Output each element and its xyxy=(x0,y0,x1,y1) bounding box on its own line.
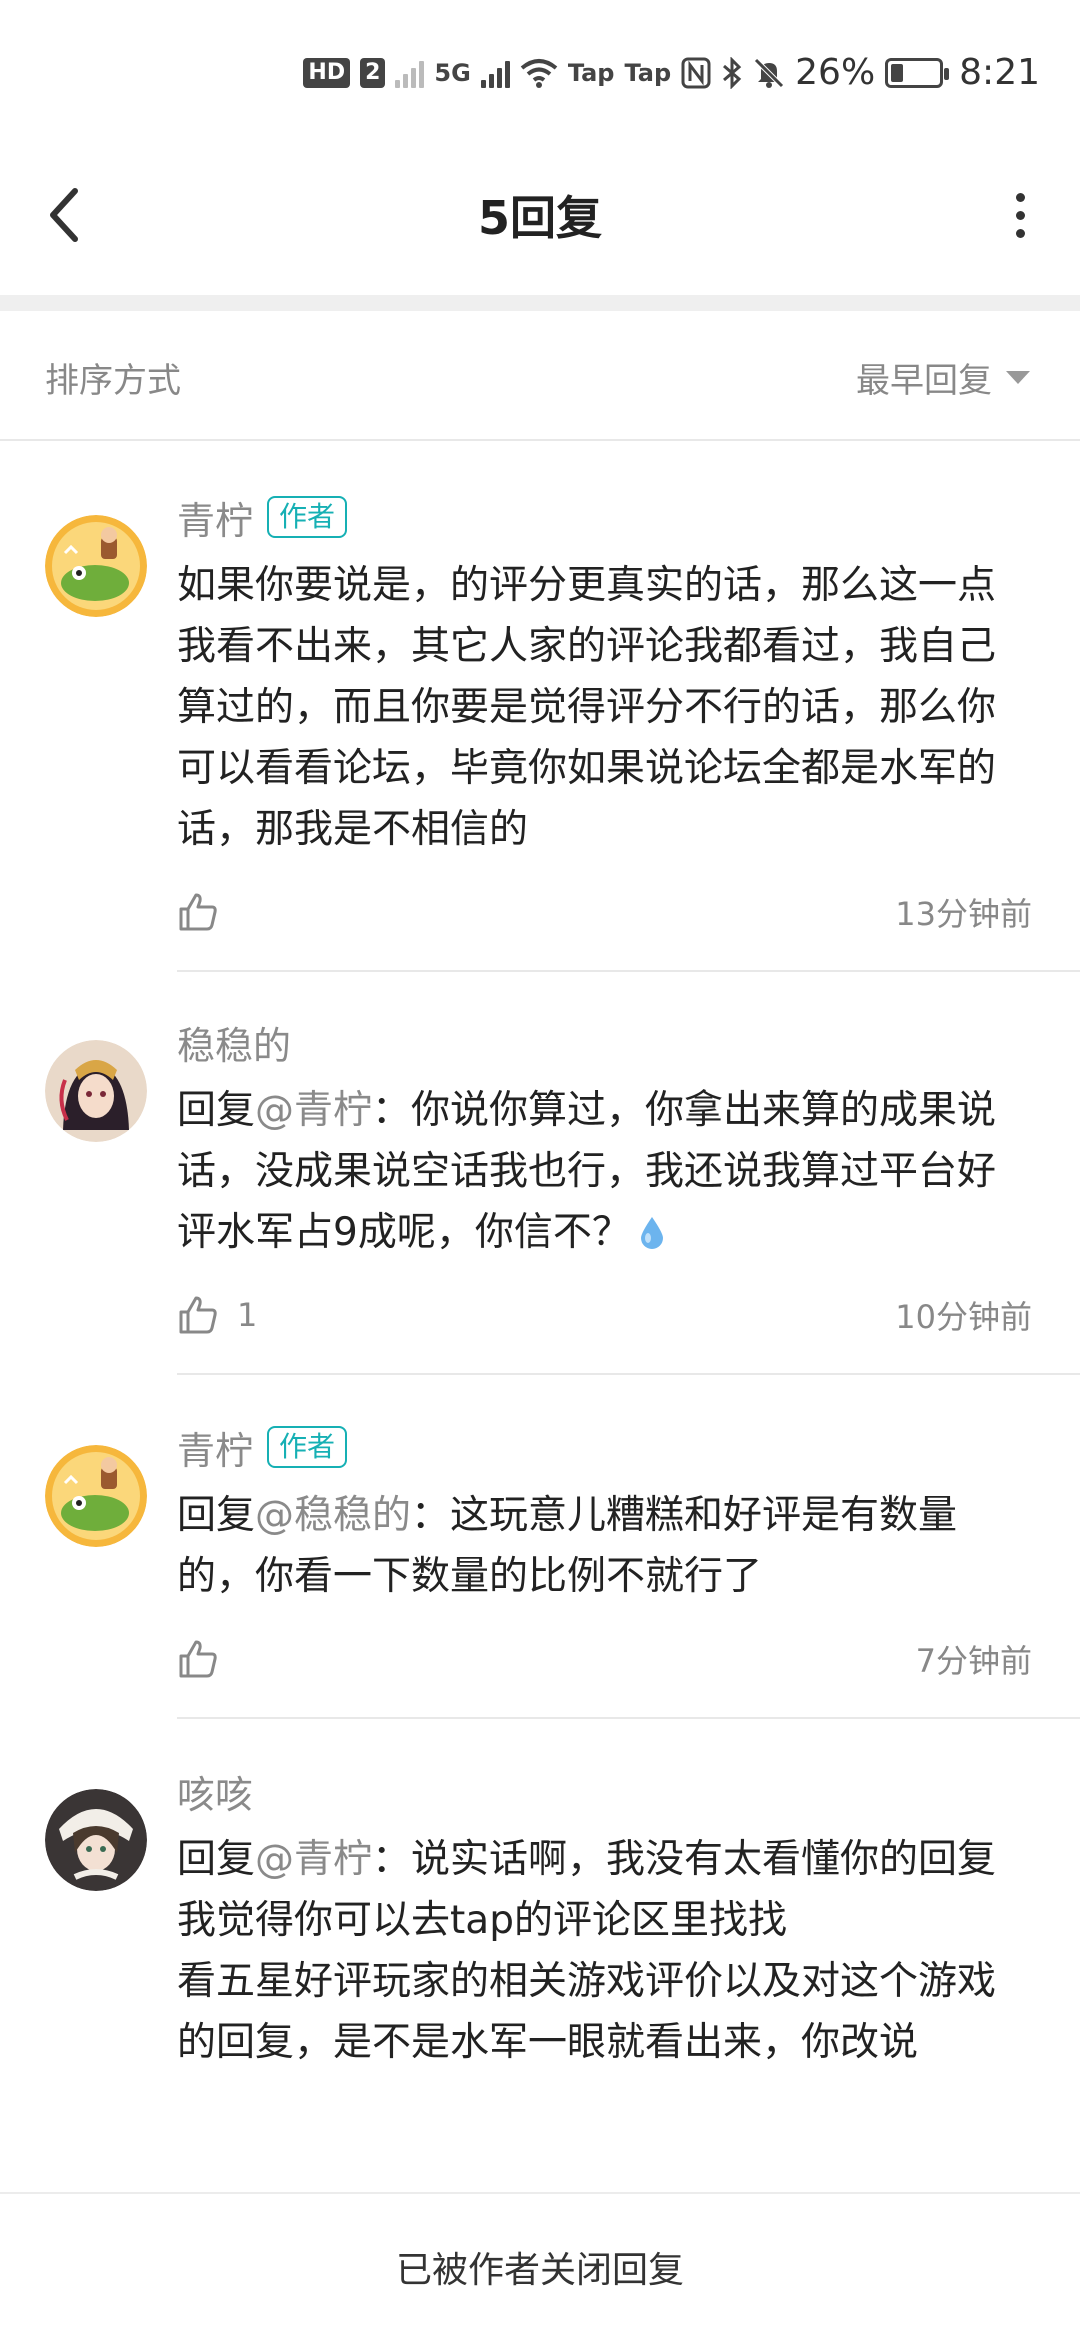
reply-separator: ： xyxy=(372,1088,412,1133)
reply-footer: 7分钟前 xyxy=(177,1629,1032,1689)
avatar[interactable] xyxy=(45,515,147,617)
status-icons: HD 2 5G Tap Tap 26% 8:21 xyxy=(303,52,1040,93)
username[interactable]: 青柠 xyxy=(177,490,253,545)
clock: 8:21 xyxy=(959,52,1040,93)
reply-closed-bar: 已被作者关闭回复 xyxy=(0,2192,1080,2340)
reply-body: 如果你要说是，的评分更真实的话，那么这一点我看不出来，其它人家的评论我都看过，我… xyxy=(177,563,997,852)
sort-bar: 排序方式 最早回复 xyxy=(0,311,1080,441)
caret-down-icon xyxy=(1006,371,1030,384)
reply-closed-notice: 已被作者关闭回复 xyxy=(395,2250,684,2291)
like-button[interactable] xyxy=(177,1638,237,1680)
nfc-icon xyxy=(681,57,711,88)
hd-badge: HD xyxy=(303,57,351,88)
reply-header: 咳咳 xyxy=(177,1759,1032,1823)
top-app-bar: 5回复 xyxy=(0,150,1080,295)
battery-icon xyxy=(885,57,950,88)
mention-link[interactable]: @稳稳的 xyxy=(255,1493,411,1538)
reply-item: 青柠 作者 如果你要说是，的评分更真实的话，那么这一点我看不出来，其它人家的评论… xyxy=(0,443,1080,970)
avatar[interactable] xyxy=(45,1789,147,1891)
reply-prefix: 回复 xyxy=(177,1088,256,1133)
avatar[interactable] xyxy=(45,1445,147,1547)
username[interactable]: 稳稳的 xyxy=(177,1015,291,1070)
author-badge: 作者 xyxy=(267,496,348,538)
sim-badge: 2 xyxy=(360,57,386,88)
reply-time: 7分钟前 xyxy=(915,1642,1032,1680)
thumbs-up-icon xyxy=(179,1640,217,1678)
reply-prefix: 回复 xyxy=(177,1837,256,1882)
reply-item: 咳咳 回复@青柠：说实话啊，我没有太看懂你的回复 我觉得你可以去tap的评论区里… xyxy=(0,1719,1080,2073)
sweat-drop-emoji-icon xyxy=(640,1217,663,1249)
battery-level xyxy=(891,63,904,82)
username[interactable]: 青柠 xyxy=(177,1420,253,1475)
like-count: 1 xyxy=(237,1296,258,1334)
signal-icon xyxy=(480,58,510,88)
sort-dropdown[interactable]: 最早回复 xyxy=(856,353,1030,402)
tap-label: Tap xyxy=(624,58,672,87)
net-type-label: 5G xyxy=(434,58,471,87)
reply-header: 青柠 作者 xyxy=(177,485,1032,549)
wifi-icon xyxy=(520,58,558,88)
thumbs-up-icon xyxy=(179,1296,217,1334)
tap-label: Tap xyxy=(567,58,615,87)
mention-link[interactable]: @青柠 xyxy=(255,1088,372,1133)
section-divider xyxy=(0,295,1080,311)
mute-bell-icon xyxy=(754,57,784,88)
more-options-button[interactable] xyxy=(990,180,1050,250)
like-button[interactable] xyxy=(177,891,237,933)
thumbs-up-icon xyxy=(179,893,217,931)
avatar[interactable] xyxy=(45,1040,147,1142)
bluetooth-icon xyxy=(723,56,742,89)
reply-item: 稳稳的 回复@青柠：你说你算过，你拿出来算的成果说话，没成果说空话我也行，我还说… xyxy=(0,972,1080,1373)
page-title: 5回复 xyxy=(477,191,602,245)
reply-separator: ： xyxy=(372,1837,412,1882)
author-badge: 作者 xyxy=(267,1426,348,1468)
reply-footer: 1 10分钟前 xyxy=(177,1285,1032,1345)
reply-text: 如果你要说是，的评分更真实的话，那么这一点我看不出来，其它人家的评论我都看过，我… xyxy=(177,555,1032,860)
reply-item: 青柠 作者 回复@稳稳的：这玩意儿糟糕和好评是有数量的，你看一下数量的比例不就行… xyxy=(0,1375,1080,1717)
reply-list: 青柠 作者 如果你要说是，的评分更真实的话，那么这一点我看不出来，其它人家的评论… xyxy=(0,443,1080,2073)
reply-footer: 13分钟前 xyxy=(177,882,1032,942)
reply-header: 青柠 作者 xyxy=(177,1415,1032,1479)
sort-value: 最早回复 xyxy=(856,361,992,401)
battery-percent: 26% xyxy=(795,52,876,93)
reply-text: 回复@青柠：说实话啊，我没有太看懂你的回复 我觉得你可以去tap的评论区里找找 … xyxy=(177,1829,1032,2073)
reply-header: 稳稳的 xyxy=(177,1010,1032,1074)
signal-icon xyxy=(395,58,425,88)
mention-link[interactable]: @青柠 xyxy=(255,1837,372,1882)
reply-separator: ： xyxy=(411,1493,451,1538)
reply-time: 13分钟前 xyxy=(895,895,1032,933)
reply-time: 10分钟前 xyxy=(895,1298,1032,1336)
reply-text: 回复@青柠：你说你算过，你拿出来算的成果说话，没成果说空话我也行，我还说我算过平… xyxy=(177,1080,1032,1263)
more-vertical-icon xyxy=(1015,192,1025,202)
like-button[interactable]: 1 xyxy=(177,1294,257,1336)
reply-prefix: 回复 xyxy=(177,1493,256,1538)
reply-text: 回复@稳稳的：这玩意儿糟糕和好评是有数量的，你看一下数量的比例不就行了 xyxy=(177,1485,1032,1607)
status-bar: HD 2 5G Tap Tap 26% 8:21 xyxy=(0,0,1080,150)
sort-label: 排序方式 xyxy=(45,361,181,401)
username[interactable]: 咳咳 xyxy=(177,1764,253,1819)
